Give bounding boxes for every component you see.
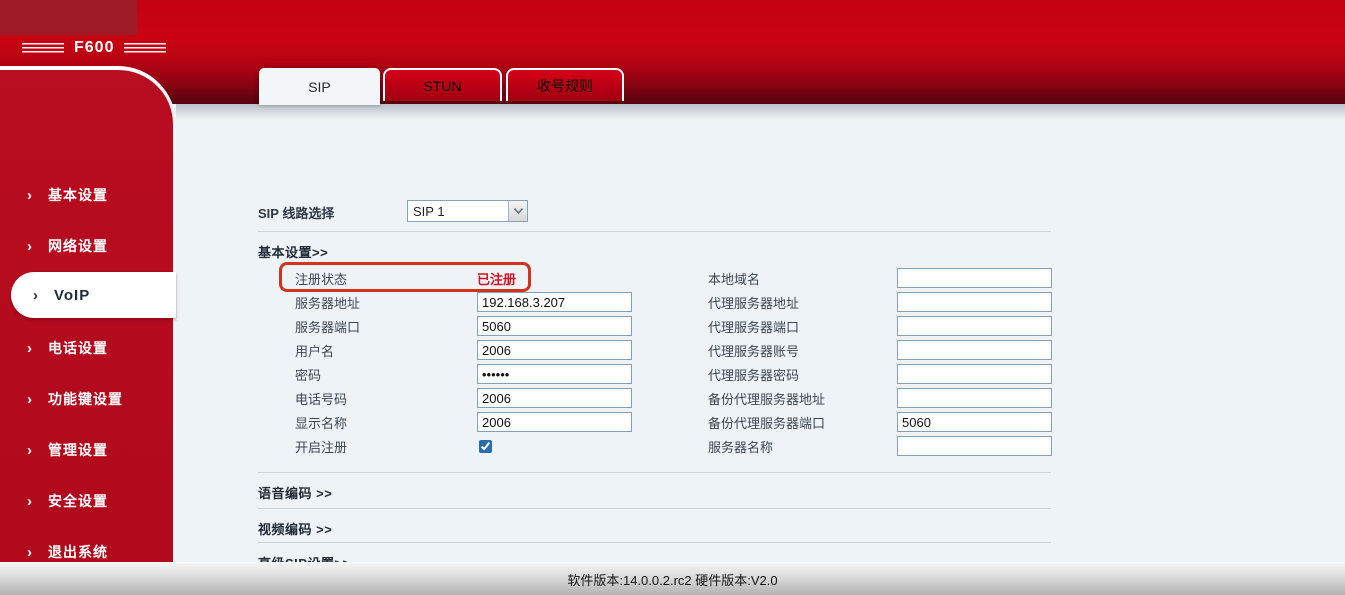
- chevron-right-icon: ›: [27, 492, 32, 510]
- section-audio-codec-title[interactable]: 语音编码 >>: [258, 483, 332, 502]
- chevron-right-icon: ›: [27, 390, 32, 408]
- password-input[interactable]: [477, 364, 632, 384]
- enable-register-row: 开启注册: [295, 434, 632, 458]
- proxy-password-row: 代理服务器密码: [708, 362, 1052, 386]
- chevron-right-icon: ›: [27, 543, 32, 561]
- section-advanced-sip-title[interactable]: 高级SIP设置>>: [258, 553, 351, 562]
- backup-proxy-address-input[interactable]: [897, 388, 1052, 408]
- page: F600 SIP STUN 收号规则 SIP 线路选择 SIP 1 基本设置>>…: [0, 0, 1345, 595]
- field-label: 备份代理服务器地址: [708, 391, 826, 407]
- server-name-input[interactable]: [897, 436, 1052, 456]
- local-domain-input[interactable]: [897, 268, 1052, 288]
- sidebar-item-phone-settings[interactable]: › 电话设置: [0, 332, 173, 364]
- tab-dial-rules[interactable]: 收号规则: [506, 68, 624, 101]
- chevron-right-icon: ›: [33, 286, 38, 304]
- chevron-right-icon: ›: [27, 237, 32, 255]
- field-label: 代理服务器地址: [708, 295, 800, 311]
- proxy-server-password-input[interactable]: [897, 364, 1052, 384]
- header-banner: F600: [0, 0, 1345, 104]
- display-name-input[interactable]: [477, 412, 632, 432]
- tab-stun[interactable]: STUN: [383, 68, 502, 101]
- register-status-value: 已注册: [477, 271, 517, 287]
- proxy-server-address-input[interactable]: [897, 292, 1052, 312]
- sidebar-item-voip[interactable]: › VoIP: [11, 272, 176, 318]
- version-info: 软件版本:14.0.0.2.rc2 硬件版本:V2.0: [567, 572, 778, 588]
- tab-sip[interactable]: SIP: [259, 68, 380, 105]
- field-label: 本地域名: [708, 271, 761, 287]
- content-panel: SIP 线路选择 SIP 1 基本设置>> 注册状态 已注册 服务器地址 服务器…: [176, 104, 1345, 562]
- brand-model: F600: [74, 39, 115, 56]
- sidebar-item-function-keys[interactable]: › 功能键设置: [0, 383, 173, 415]
- speed-lines-icon: [22, 43, 64, 53]
- form-left-column: 注册状态 已注册 服务器地址 服务器端口 用户名 密码 电话号码: [295, 266, 632, 458]
- field-label: 密码: [295, 367, 322, 383]
- divider: [258, 472, 1051, 473]
- phone-number-input[interactable]: [477, 388, 632, 408]
- divider: [258, 542, 1051, 543]
- sidebar-item-security[interactable]: › 安全设置: [0, 485, 173, 517]
- register-status-row: 注册状态 已注册: [295, 266, 632, 290]
- field-label: 代理服务器端口: [708, 319, 800, 335]
- username-input[interactable]: [477, 340, 632, 360]
- field-label: 注册状态: [295, 271, 348, 287]
- server-address-row: 服务器地址: [295, 290, 632, 314]
- backup-proxy-port-input[interactable]: [897, 412, 1052, 432]
- server-port-row: 服务器端口: [295, 314, 632, 338]
- server-name-row: 服务器名称: [708, 434, 1052, 458]
- username-row: 用户名: [295, 338, 632, 362]
- divider: [258, 508, 1051, 509]
- field-label: 服务器地址: [295, 295, 361, 311]
- backup-proxy-address-row: 备份代理服务器地址: [708, 386, 1052, 410]
- server-address-input[interactable]: [477, 292, 632, 312]
- tab-sip-label: SIP: [308, 78, 331, 95]
- field-label: 服务器名称: [708, 439, 774, 455]
- password-row: 密码: [295, 362, 632, 386]
- proxy-server-port-input[interactable]: [897, 316, 1052, 336]
- local-domain-row: 本地域名: [708, 266, 1052, 290]
- field-label: 开启注册: [295, 439, 348, 455]
- sidebar-item-network-settings[interactable]: › 网络设置: [0, 230, 173, 262]
- sidebar-item-management[interactable]: › 管理设置: [0, 434, 173, 466]
- field-label: 显示名称: [295, 415, 348, 431]
- field-label: 代理服务器密码: [708, 367, 800, 383]
- sip-line-select-label: SIP 线路选择: [258, 206, 335, 221]
- brand: F600: [22, 39, 167, 57]
- section-video-codec-title[interactable]: 视频编码 >>: [258, 519, 332, 538]
- form-right-column: 本地域名 代理服务器地址 代理服务器端口 代理服务器账号 代理服务器密码 备份代…: [708, 266, 1052, 458]
- backup-proxy-port-row: 备份代理服务器端口: [708, 410, 1052, 434]
- proxy-account-row: 代理服务器账号: [708, 338, 1052, 362]
- server-port-input[interactable]: [477, 316, 632, 336]
- display-name-row: 显示名称: [295, 410, 632, 434]
- field-label: 电话号码: [295, 391, 348, 407]
- phone-number-row: 电话号码: [295, 386, 632, 410]
- chevron-down-icon[interactable]: [508, 201, 527, 221]
- chevron-right-icon: ›: [27, 441, 32, 459]
- footer-bar: 软件版本:14.0.0.2.rc2 硬件版本:V2.0: [0, 562, 1345, 595]
- proxy-address-row: 代理服务器地址: [708, 290, 1052, 314]
- proxy-server-account-input[interactable]: [897, 340, 1052, 360]
- sip-line-select-value: SIP 1: [413, 204, 445, 219]
- field-label: 服务器端口: [295, 319, 361, 335]
- sidebar: › 基本设置 › 网络设置 › VoIP › 电话设置 › 功能键设置 › 管理…: [0, 66, 176, 562]
- sip-line-select[interactable]: SIP 1: [407, 200, 528, 222]
- field-label: 用户名: [295, 343, 335, 359]
- sidebar-item-basic-settings[interactable]: › 基本设置: [0, 179, 173, 211]
- field-label: 备份代理服务器端口: [708, 415, 826, 431]
- tab-stun-label: STUN: [423, 77, 462, 94]
- chevron-right-icon: ›: [27, 339, 32, 357]
- chevron-right-icon: ›: [27, 186, 32, 204]
- speed-lines-icon: [124, 43, 167, 53]
- enable-register-checkbox[interactable]: [479, 439, 492, 453]
- proxy-port-row: 代理服务器端口: [708, 314, 1052, 338]
- tab-dial-rules-label: 收号规则: [537, 77, 593, 94]
- field-label: 代理服务器账号: [708, 343, 800, 359]
- logo-block: [0, 0, 137, 35]
- section-basic-title: 基本设置>>: [258, 245, 329, 260]
- divider: [258, 231, 1051, 232]
